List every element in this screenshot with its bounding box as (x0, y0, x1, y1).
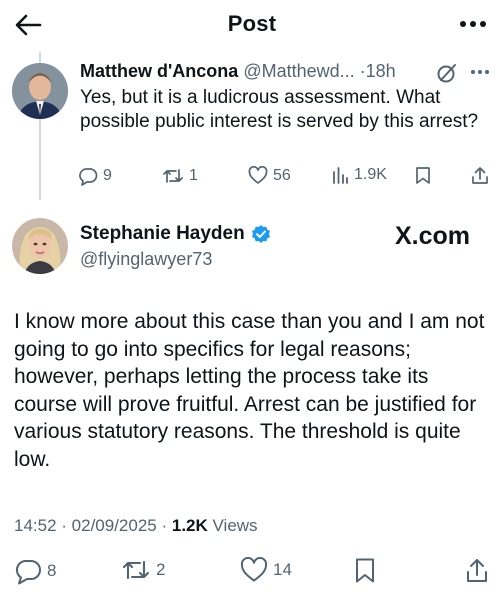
x-com-watermark: X.com (395, 222, 471, 250)
verified-badge (251, 224, 271, 244)
reply-comment-count: 9 (103, 167, 112, 184)
comment-icon (15, 560, 41, 585)
heart-icon (240, 557, 268, 582)
grok-button[interactable] (436, 62, 458, 84)
reply-timestamp[interactable]: 18h (366, 61, 396, 81)
bookmark-icon (356, 558, 374, 583)
reply-like-count: 56 (273, 166, 291, 184)
post-author-handle[interactable]: @flyinglawyer73 (80, 249, 212, 270)
post-text: I know more about this case than you and… (14, 310, 485, 471)
reply-views-count: 1.9K (354, 166, 387, 183)
post-views-count[interactable]: 1.2K (172, 516, 208, 535)
reply-action-bar: 9 1 56 1.9K (78, 166, 498, 192)
reply-views-button[interactable]: 1.9K (331, 166, 387, 184)
post-bookmark-button[interactable] (354, 557, 376, 584)
post-action-bar: 8 2 14 (0, 557, 504, 589)
reply-text: Yes, but it is a ludicrous assessment. W… (80, 87, 479, 132)
post-reply-button[interactable]: 8 (14, 557, 56, 585)
dot-separator: · (156, 516, 172, 535)
reply-share-button[interactable] (471, 166, 489, 185)
post-author-avatar[interactable] (12, 218, 68, 274)
avatar-image (12, 218, 68, 274)
reply-author-handle[interactable]: @Matthewd... (243, 61, 354, 81)
more-horizontal-icon (460, 21, 486, 27)
heart-icon (248, 166, 268, 184)
page-title: Post (227, 11, 277, 36)
analytics-icon (333, 167, 348, 184)
share-icon (467, 559, 487, 582)
reply-like-button[interactable]: 56 (248, 166, 291, 185)
post-views-label[interactable]: Views (213, 516, 258, 535)
reply-more-button[interactable] (466, 60, 494, 84)
reply-author-name[interactable]: Matthew d'Ancona (80, 61, 238, 81)
avatar-image (12, 63, 68, 119)
comment-icon (79, 168, 98, 186)
reply-bookmark-button[interactable] (415, 166, 431, 185)
reply-author-avatar[interactable] (12, 63, 68, 119)
post-repost-count: 2 (156, 560, 166, 579)
post-timestamp-row: 14:52 · 02/09/2025 · 1.2K Views (14, 516, 258, 536)
post-repost-button[interactable]: 2 (121, 557, 165, 583)
reply-repost-count: 1 (189, 167, 198, 184)
reply-author-line: Matthew d'Ancona @Matthewd... ·18h (80, 61, 396, 82)
post-reply-count: 8 (47, 561, 57, 580)
dot-separator: · (56, 516, 72, 535)
top-bar: Post (0, 0, 504, 50)
post-date[interactable]: 02/09/2025 (72, 516, 157, 535)
post-share-button[interactable] (465, 557, 489, 584)
bookmark-icon (416, 167, 430, 184)
share-icon (472, 167, 488, 184)
post-like-count: 14 (273, 560, 292, 579)
post-author-name[interactable]: Stephanie Hayden (80, 223, 245, 245)
repost-icon (163, 169, 183, 183)
reply-comment-button[interactable]: 9 (78, 166, 112, 186)
more-options-button[interactable] (456, 12, 490, 36)
verified-badge-icon (251, 225, 270, 243)
reply-repost-button[interactable]: 1 (162, 166, 198, 186)
grok-icon (437, 64, 456, 83)
repost-icon (122, 560, 150, 580)
post-like-button[interactable]: 14 (240, 557, 292, 583)
post-time[interactable]: 14:52 (14, 516, 57, 535)
more-horizontal-icon (471, 70, 489, 74)
post-author-line: Stephanie Hayden (80, 223, 271, 245)
